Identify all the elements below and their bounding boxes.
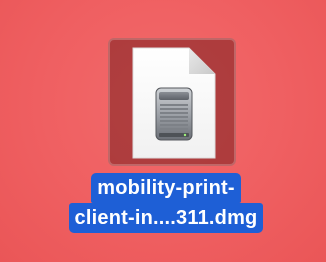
desktop[interactable]: mobility-print- client-in....311.dmg <box>0 0 326 262</box>
file-name-line-1: mobility-print- <box>91 173 241 203</box>
dmg-disk-image-icon[interactable] <box>127 44 219 162</box>
file-name-line-2: client-in....311.dmg <box>68 203 264 233</box>
desktop-file-item[interactable]: mobility-print- client-in....311.dmg <box>0 0 326 262</box>
file-name-label[interactable]: mobility-print- client-in....311.dmg <box>56 173 276 233</box>
